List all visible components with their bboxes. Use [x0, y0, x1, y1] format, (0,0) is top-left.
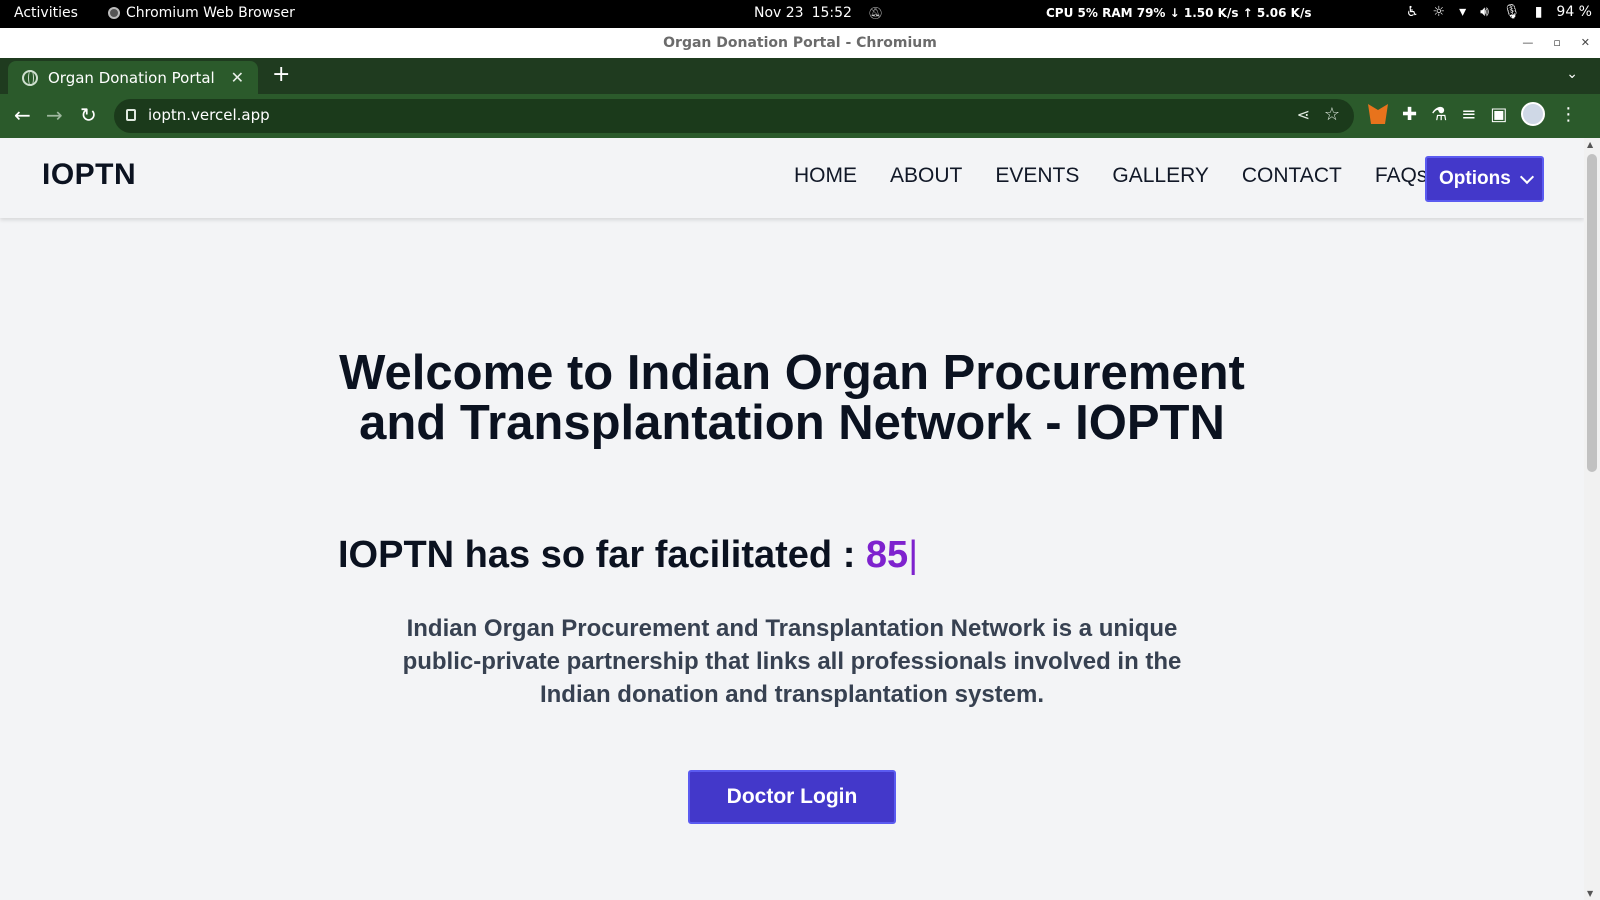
nav-gallery[interactable]: GALLERY [1112, 164, 1209, 188]
system-tray[interactable]: ♿︎ ☼ ▾ 🔊︎ 🎙︎ ▮ 94 % [1406, 4, 1592, 20]
app-menu[interactable]: Chromium Web Browser [108, 5, 295, 21]
accessibility-icon[interactable]: ♿︎ [1406, 4, 1419, 20]
battery-icon: ▮ [1534, 4, 1543, 20]
window-controls: — ▫ ✕ [1522, 28, 1590, 58]
page-viewport: IOPTN HOME ABOUT EVENTS GALLERY CONTACT … [0, 138, 1584, 900]
brightness-icon: ☼ [1432, 4, 1446, 20]
extensions-area: ✚ ⚗ ≡ ▣ ⋮ [1368, 102, 1577, 126]
hero-description: Indian Organ Procurement and Transplanta… [402, 615, 1182, 708]
doctor-login-button[interactable]: Doctor Login [688, 770, 896, 824]
address-bar[interactable]: ioptn.vercel.app ⋖ ☆ [114, 99, 1354, 133]
window-title-bar: Organ Donation Portal - Chromium — ▫ ✕ [0, 28, 1600, 58]
battery-percent: 94 % [1556, 4, 1592, 20]
labs-flask-icon[interactable]: ⚗ [1431, 104, 1447, 125]
activities-button[interactable]: Activities [14, 5, 78, 21]
tab-title: Organ Donation Portal [48, 68, 215, 87]
system-monitor: CPU 5% RAM 79% ↓ 1.50 K/s ↑ 5.06 K/s [1046, 6, 1311, 20]
browser-toolbar: ← → ↻ ioptn.vercel.app ⋖ ☆ ✚ ⚗ ≡ ▣ ⋮ [0, 94, 1600, 138]
notifications-off-icon: 🔕︎ [867, 6, 884, 20]
nav-links: HOME ABOUT EVENTS GALLERY CONTACT FAQs [794, 164, 1427, 188]
nav-events[interactable]: EVENTS [995, 164, 1079, 188]
nav-home[interactable]: HOME [794, 164, 857, 188]
new-tab-button[interactable]: + [272, 62, 290, 88]
scrollbar-thumb[interactable] [1587, 154, 1597, 472]
nav-contact[interactable]: CONTACT [1242, 164, 1342, 188]
site-logo[interactable]: IOPTN [42, 158, 136, 192]
metamask-fox-icon[interactable] [1368, 104, 1388, 124]
url-text[interactable]: ioptn.vercel.app [148, 106, 270, 124]
date-label: Nov 23 [754, 5, 804, 21]
lock-icon[interactable] [126, 109, 136, 121]
minimize-button[interactable]: — [1522, 28, 1533, 58]
reload-button[interactable]: ↻ [80, 104, 97, 126]
close-window-button[interactable]: ✕ [1581, 28, 1590, 58]
page-scrollbar[interactable]: ▲ ▼ [1584, 138, 1600, 900]
window-title: Organ Donation Portal - Chromium [663, 35, 937, 51]
tab-strip: Organ Donation Portal ✕ [0, 58, 1600, 94]
options-label: Options [1439, 168, 1511, 189]
options-dropdown-button[interactable]: Options [1425, 156, 1544, 202]
clock[interactable]: Nov 23 15:52 🔕︎ [754, 5, 883, 21]
back-button[interactable]: ← [14, 104, 31, 126]
nav-faqs[interactable]: FAQs [1375, 164, 1428, 188]
extensions-puzzle-icon[interactable]: ✚ [1402, 104, 1417, 125]
time-label: 15:52 [811, 5, 852, 21]
facilitated-prefix: IOPTN has so far facilitated : [338, 534, 866, 576]
scroll-up-arrow-icon[interactable]: ▲ [1587, 140, 1593, 149]
system-monitor-text: CPU 5% RAM 79% ↓ 1.50 K/s ↑ 5.06 K/s [1046, 6, 1312, 20]
app-name: Chromium Web Browser [126, 5, 295, 21]
globe-icon [22, 69, 38, 86]
tab-organ-donation-portal[interactable]: Organ Donation Portal ✕ [8, 61, 258, 94]
tab-search-chevron-icon[interactable]: ⌄ [1566, 66, 1578, 82]
chevron-down-icon [1519, 169, 1535, 185]
menu-kebab-icon[interactable]: ⋮ [1559, 104, 1577, 125]
typing-cursor: | [908, 534, 919, 576]
chromium-icon [108, 7, 120, 19]
maximize-button[interactable]: ▫ [1553, 28, 1560, 58]
microphone-icon: 🎙︎ [1502, 4, 1521, 20]
wifi-icon: ▾ [1459, 4, 1467, 20]
facilitated-counter: IOPTN has so far facilitated : 85| [338, 534, 918, 577]
scroll-down-arrow-icon[interactable]: ▼ [1587, 889, 1593, 898]
volume-icon: 🔊︎ [1480, 4, 1489, 20]
forward-button[interactable]: → [46, 104, 63, 126]
nav-about[interactable]: ABOUT [890, 164, 962, 188]
bookmark-star-icon[interactable]: ☆ [1324, 104, 1340, 125]
site-navbar: IOPTN HOME ABOUT EVENTS GALLERY CONTACT … [0, 138, 1584, 218]
hero-title: Welcome to Indian Organ Procurement and … [339, 346, 1245, 450]
close-tab-icon[interactable]: ✕ [231, 68, 244, 87]
profile-avatar[interactable] [1521, 102, 1546, 126]
reading-list-icon[interactable]: ≡ [1461, 104, 1476, 125]
system-top-bar: Activities Chromium Web Browser Nov 23 1… [0, 0, 1600, 28]
share-icon[interactable]: ⋖ [1297, 105, 1310, 124]
side-panel-icon[interactable]: ▣ [1490, 104, 1507, 125]
facilitated-count: 85 [865, 534, 909, 576]
